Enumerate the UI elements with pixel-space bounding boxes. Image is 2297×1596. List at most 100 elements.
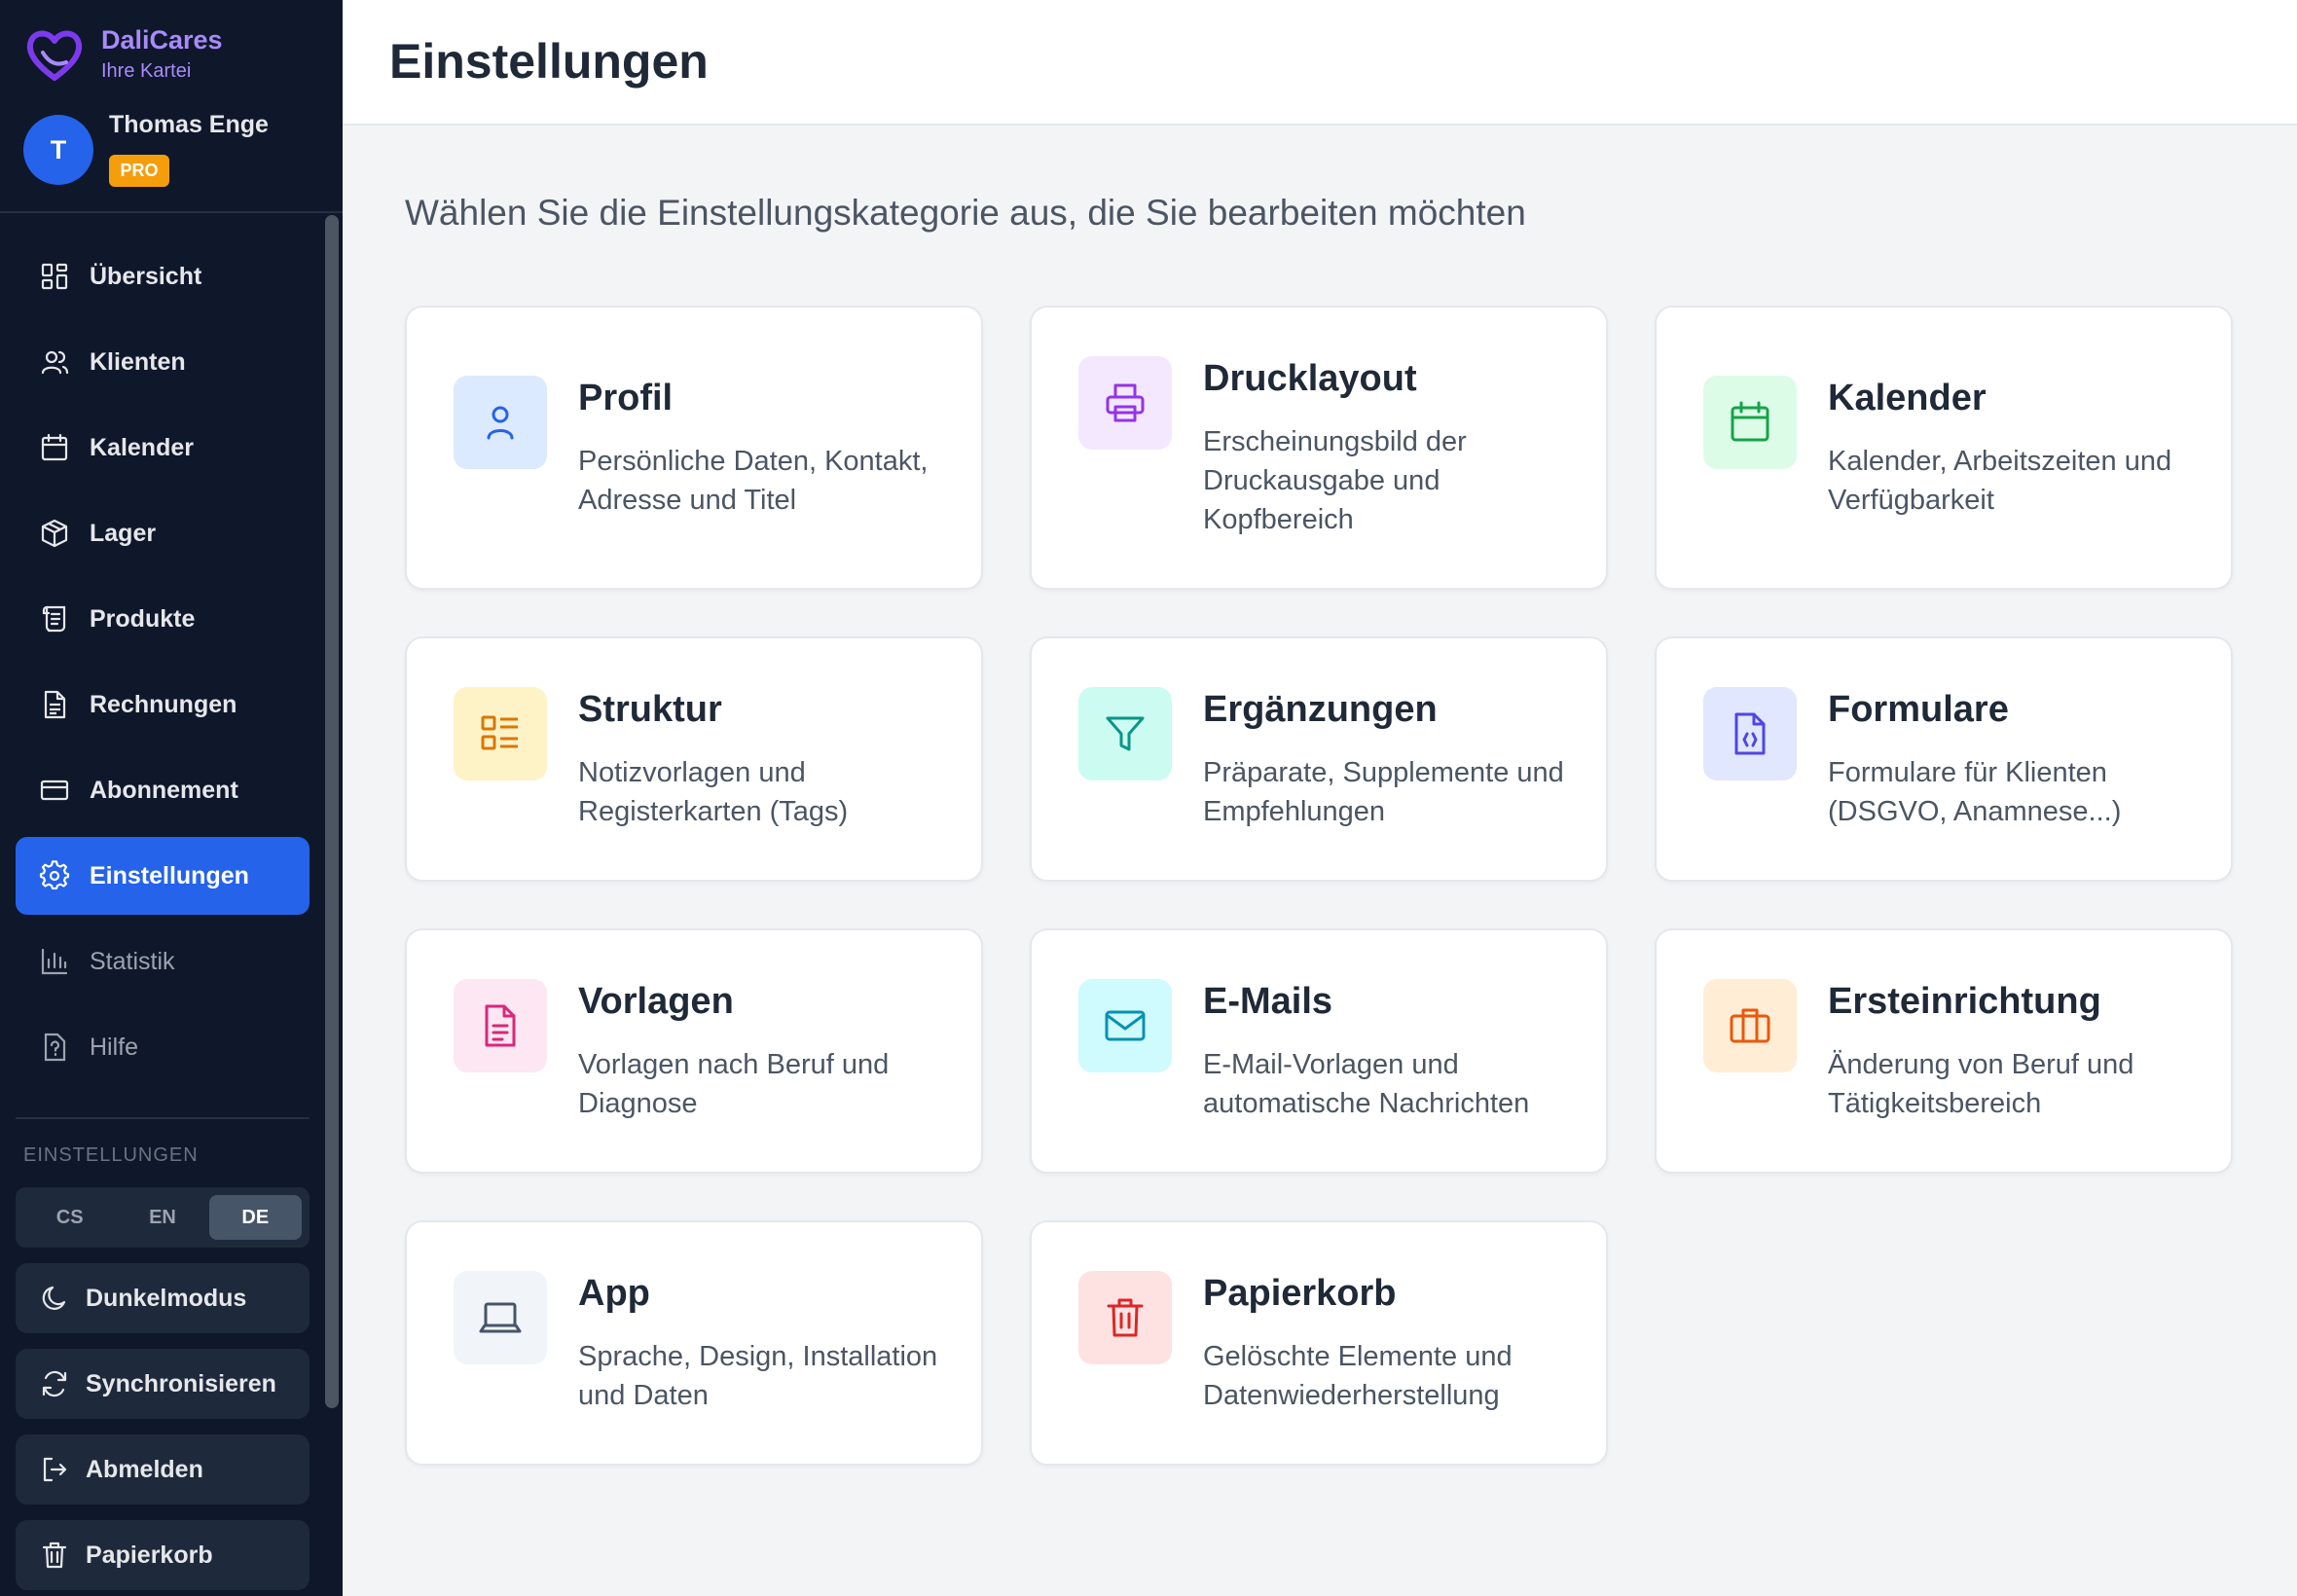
settings-card-kalender[interactable]: Kalender Kalender, Arbeitszeiten und Ver… — [1655, 306, 2233, 590]
card-title: Profil — [578, 378, 674, 418]
card-description: Änderung von Beruf und Tätigkeitsbereich — [1828, 1049, 2134, 1119]
trash-button[interactable]: Papierkorb — [16, 1520, 310, 1590]
calendar-icon — [1703, 376, 1797, 469]
brand-subtitle: Ihre Kartei — [101, 60, 192, 82]
printer-icon — [1078, 356, 1172, 450]
dark-mode-button[interactable]: Dunkelmodus — [16, 1263, 310, 1333]
settings-card-papierkorb[interactable]: Papierkorb Gelöschte Elemente und Datenw… — [1030, 1220, 1608, 1466]
page-title: Einstellungen — [389, 34, 709, 89]
card-title: Formulare — [1828, 689, 2009, 730]
sidebar-item-label: Rechnungen — [90, 690, 237, 718]
card-description: Kalender, Arbeitszeiten und Verfügbarkei… — [1828, 446, 2172, 516]
settings-card-ersteinrichtung[interactable]: Ersteinrichtung Änderung von Beruf und T… — [1655, 928, 2233, 1174]
sync-icon — [39, 1368, 70, 1399]
mail-icon — [1078, 979, 1172, 1072]
sidebar-item-lager[interactable]: Lager — [16, 494, 310, 572]
logout-button[interactable]: Abmelden — [16, 1434, 310, 1505]
scroll-icon — [39, 603, 70, 635]
card-title: Ergänzungen — [1203, 689, 1438, 730]
logo — [23, 23, 86, 86]
trash-icon — [39, 1540, 70, 1571]
sidebar-item-hilfe[interactable]: Hilfe — [16, 1008, 310, 1086]
card-description: E-Mail-Vorlagen und automatische Nachric… — [1203, 1049, 1530, 1119]
card-title: Drucklayout — [1203, 358, 1417, 399]
sidebar-item-label: Lager — [90, 519, 157, 547]
sidebar-item-label: Kalender — [90, 433, 194, 461]
settings-card-emails[interactable]: E-Mails E-Mail-Vorlagen und automatische… — [1030, 928, 1608, 1174]
moon-icon — [39, 1283, 70, 1314]
card-description: Formulare für Klienten (DSGVO, Anamnese.… — [1828, 757, 2122, 827]
language-cs-button[interactable]: CS — [23, 1195, 116, 1240]
card-description: Präparate, Supplemente und Empfehlungen — [1203, 757, 1564, 827]
package-icon — [39, 518, 70, 549]
card-description: Vorlagen nach Beruf und Diagnose — [578, 1049, 890, 1119]
avatar[interactable]: T — [23, 115, 93, 185]
card-title: Ersteinrichtung — [1828, 981, 2101, 1022]
filter-icon — [1078, 687, 1172, 780]
settings-card-vorlagen[interactable]: Vorlagen Vorlagen nach Beruf und Diagnos… — [405, 928, 983, 1174]
sidebar-item-label: Hilfe — [90, 1033, 139, 1061]
sidebar-item-uebersicht[interactable]: Übersicht — [16, 237, 310, 315]
brand-name: DaliCares — [101, 25, 223, 54]
briefcase-icon — [1703, 979, 1797, 1072]
sidebar-item-label: Einstellungen — [90, 861, 249, 889]
dark-mode-label: Dunkelmodus — [86, 1284, 247, 1312]
page-intro: Wählen Sie die Einstellungskategorie aus… — [405, 193, 1526, 233]
user-name: Thomas Enge — [109, 111, 269, 138]
sidebar-item-klienten[interactable]: Klienten — [16, 323, 310, 401]
pro-badge: PRO — [109, 155, 169, 187]
settings-card-formulare[interactable]: Formulare Formulare für Klienten (DSGVO,… — [1655, 636, 2233, 882]
settings-card-ergaenzungen[interactable]: Ergänzungen Präparate, Supplemente und E… — [1030, 636, 1608, 882]
sidebar-item-label: Übersicht — [90, 262, 202, 290]
card-title: E-Mails — [1203, 981, 1333, 1022]
logout-label: Abmelden — [86, 1455, 203, 1483]
trash-label: Papierkorb — [86, 1541, 213, 1569]
card-title: Vorlagen — [578, 981, 734, 1022]
sidebar-item-label: Produkte — [90, 604, 196, 633]
laptop-icon — [454, 1271, 547, 1364]
template-icon — [454, 979, 547, 1072]
sidebar-item-einstellungen[interactable]: Einstellungen — [16, 837, 310, 915]
card-description: Gelöschte Elemente und Datenwiederherste… — [1203, 1341, 1513, 1411]
sync-label: Synchronisieren — [86, 1369, 276, 1397]
sidebar-divider — [16, 1117, 310, 1119]
settings-card-drucklayout[interactable]: Drucklayout Erscheinungsbild der Druckau… — [1030, 306, 1608, 590]
credit-card-icon — [39, 775, 70, 806]
sidebar-item-rechnungen[interactable]: Rechnungen — [16, 666, 310, 744]
card-description: Persönliche Daten, Kontakt, Adresse und … — [578, 446, 929, 516]
form-file-icon — [1703, 687, 1797, 780]
top-bar: Einstellungen — [343, 0, 2297, 126]
sync-button[interactable]: Synchronisieren — [16, 1349, 310, 1419]
language-switcher: CS EN DE — [16, 1187, 310, 1248]
sidebar-item-produkte[interactable]: Produkte — [16, 580, 310, 658]
card-description: Erscheinungsbild der Druckausgabe und Ko… — [1203, 426, 1467, 535]
settings-card-app[interactable]: App Sprache, Design, Installation und Da… — [405, 1220, 983, 1466]
list-icon — [454, 687, 547, 780]
card-title: Struktur — [578, 689, 722, 730]
sidebar-item-label: Klienten — [90, 347, 186, 376]
language-en-button[interactable]: EN — [116, 1195, 208, 1240]
sidebar-item-statistik[interactable]: Statistik — [16, 923, 310, 1000]
bar-chart-icon — [39, 946, 70, 977]
card-title: Papierkorb — [1203, 1273, 1397, 1314]
help-icon — [39, 1032, 70, 1063]
user-icon — [454, 376, 547, 469]
settings-section-title: EINSTELLUNGEN — [23, 1144, 199, 1166]
dashboard-icon — [39, 261, 70, 292]
settings-card-profil[interactable]: Profil Persönliche Daten, Kontakt, Adres… — [405, 306, 983, 590]
settings-card-struktur[interactable]: Struktur Notizvorlagen und Registerkarte… — [405, 636, 983, 882]
sidebar-item-kalender[interactable]: Kalender — [16, 409, 310, 487]
card-title: Kalender — [1828, 378, 1987, 418]
card-title: App — [578, 1273, 650, 1314]
sidebar-item-abonnement[interactable]: Abonnement — [16, 751, 310, 829]
sidebar-item-label: Statistik — [90, 947, 175, 975]
users-icon — [39, 346, 70, 378]
sidebar-item-label: Abonnement — [90, 776, 238, 804]
language-de-button[interactable]: DE — [208, 1195, 302, 1240]
card-description: Sprache, Design, Installation und Daten — [578, 1341, 938, 1411]
document-icon — [39, 689, 70, 720]
logout-icon — [39, 1454, 70, 1485]
sidebar-scrollbar[interactable] — [325, 215, 339, 1408]
gear-icon — [39, 860, 70, 891]
sidebar: DaliCares Ihre Kartei T Thomas Enge PRO … — [0, 0, 343, 1596]
